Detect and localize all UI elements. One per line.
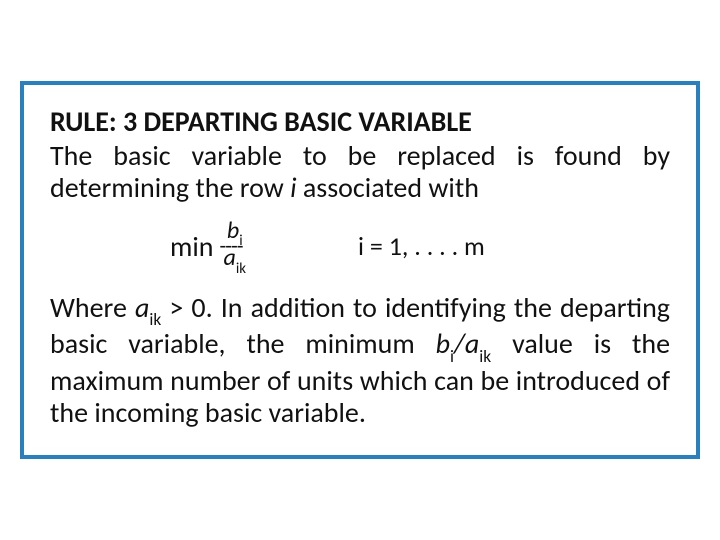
where-aik-base: a: [135, 290, 149, 325]
where-slash: /: [454, 326, 465, 361]
where-bi: bi: [436, 326, 454, 361]
min-label: min: [170, 229, 214, 264]
fraction: bi ---- aik: [222, 219, 249, 274]
where-aik2-sub: ik: [479, 345, 491, 367]
formula-row: min bi ---- aik i = 1, . . . . m: [50, 219, 670, 274]
where-text-a: Where: [50, 290, 135, 325]
intro-paragraph: The basic variable to be replaced is fou…: [50, 140, 670, 204]
where-paragraph: Where aik > 0. In addition to identifyin…: [50, 292, 670, 429]
where-bi-sub: i: [450, 345, 454, 367]
where-aik-sub: ik: [149, 308, 161, 330]
rule-title: RULE: 3 DEPARTING BASIC VARIABLE: [50, 105, 670, 139]
where-bi-base: b: [436, 326, 450, 361]
min-formula: min bi ---- aik: [170, 219, 248, 274]
where-aik2-base: a: [465, 326, 479, 361]
intro-text-b: associated with: [297, 170, 479, 205]
index-range: i = 1, . . . . m: [358, 230, 485, 262]
den-sub: ik: [236, 259, 246, 277]
where-aik: aik: [135, 290, 161, 325]
where-aik2: aik: [465, 326, 491, 361]
rule-card: RULE: 3 DEPARTING BASIC VARIABLE The bas…: [20, 81, 700, 460]
